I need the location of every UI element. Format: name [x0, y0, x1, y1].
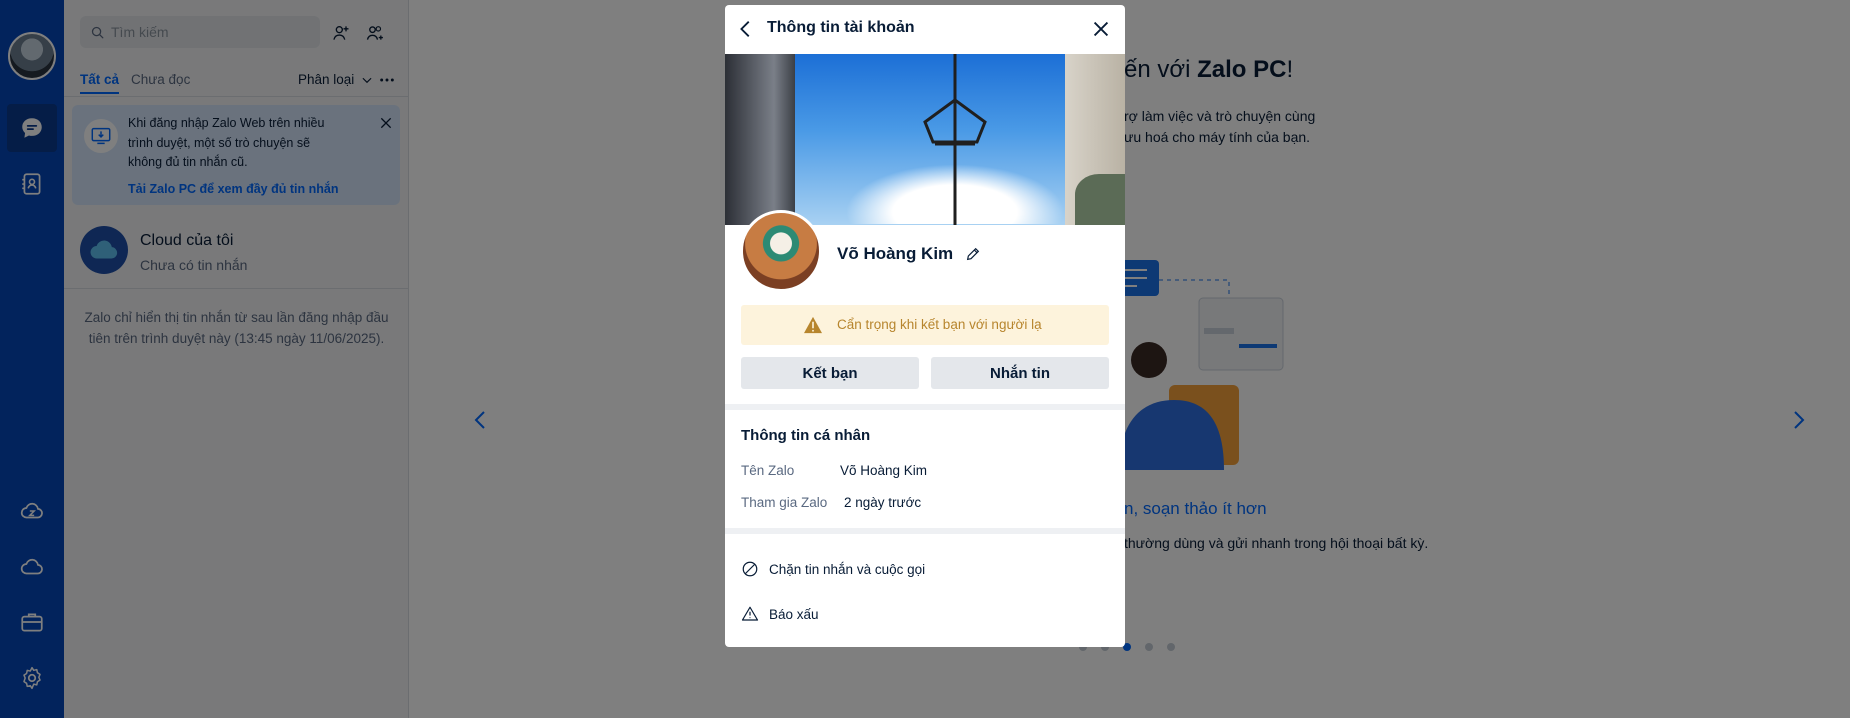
- section-divider: [725, 404, 1125, 410]
- stranger-warning: Cẩn trọng khi kết bạn với người lạ: [741, 305, 1109, 345]
- profile-name: Võ Hoàng Kim: [837, 244, 954, 263]
- section-divider: [725, 528, 1125, 534]
- account-info-dialog: Thông tin tài khoản Võ Hoàng Kim Cẩn trọ…: [725, 5, 1125, 647]
- add-friend-button[interactable]: Kết bạn: [741, 357, 919, 389]
- profile-avatar[interactable]: [740, 210, 822, 292]
- block-icon: [742, 561, 758, 577]
- send-message-button[interactable]: Nhắn tin: [931, 357, 1109, 389]
- dialog-title: Thông tin tài khoản: [767, 19, 915, 36]
- cover-photo[interactable]: [725, 54, 1125, 225]
- zalo-name-value: Võ Hoàng Kim: [840, 463, 928, 478]
- close-icon[interactable]: [1090, 18, 1112, 40]
- edit-icon[interactable]: [965, 246, 981, 262]
- block-action-label: Chặn tin nhắn và cuộc gọi: [769, 561, 926, 577]
- report-action[interactable]: Báo xấu: [741, 599, 819, 629]
- back-icon[interactable]: [735, 18, 757, 40]
- report-action-label: Báo xấu: [769, 606, 819, 622]
- block-messages-action[interactable]: Chặn tin nhắn và cuộc gọi: [741, 554, 925, 584]
- warning-text: Cẩn trọng khi kết bạn với người lạ: [837, 317, 1042, 332]
- zalo-name-label: Tên Zalo: [741, 463, 795, 478]
- dialog-header: Thông tin tài khoản: [725, 5, 1125, 54]
- report-icon: [741, 606, 759, 621]
- cover-lamp-illustration: [923, 54, 987, 225]
- personal-info-heading: Thông tin cá nhân: [741, 427, 871, 444]
- join-date-label: Tham gia Zalo: [741, 495, 828, 510]
- warning-icon: [804, 316, 822, 334]
- join-date-value: 2 ngày trước: [844, 495, 922, 510]
